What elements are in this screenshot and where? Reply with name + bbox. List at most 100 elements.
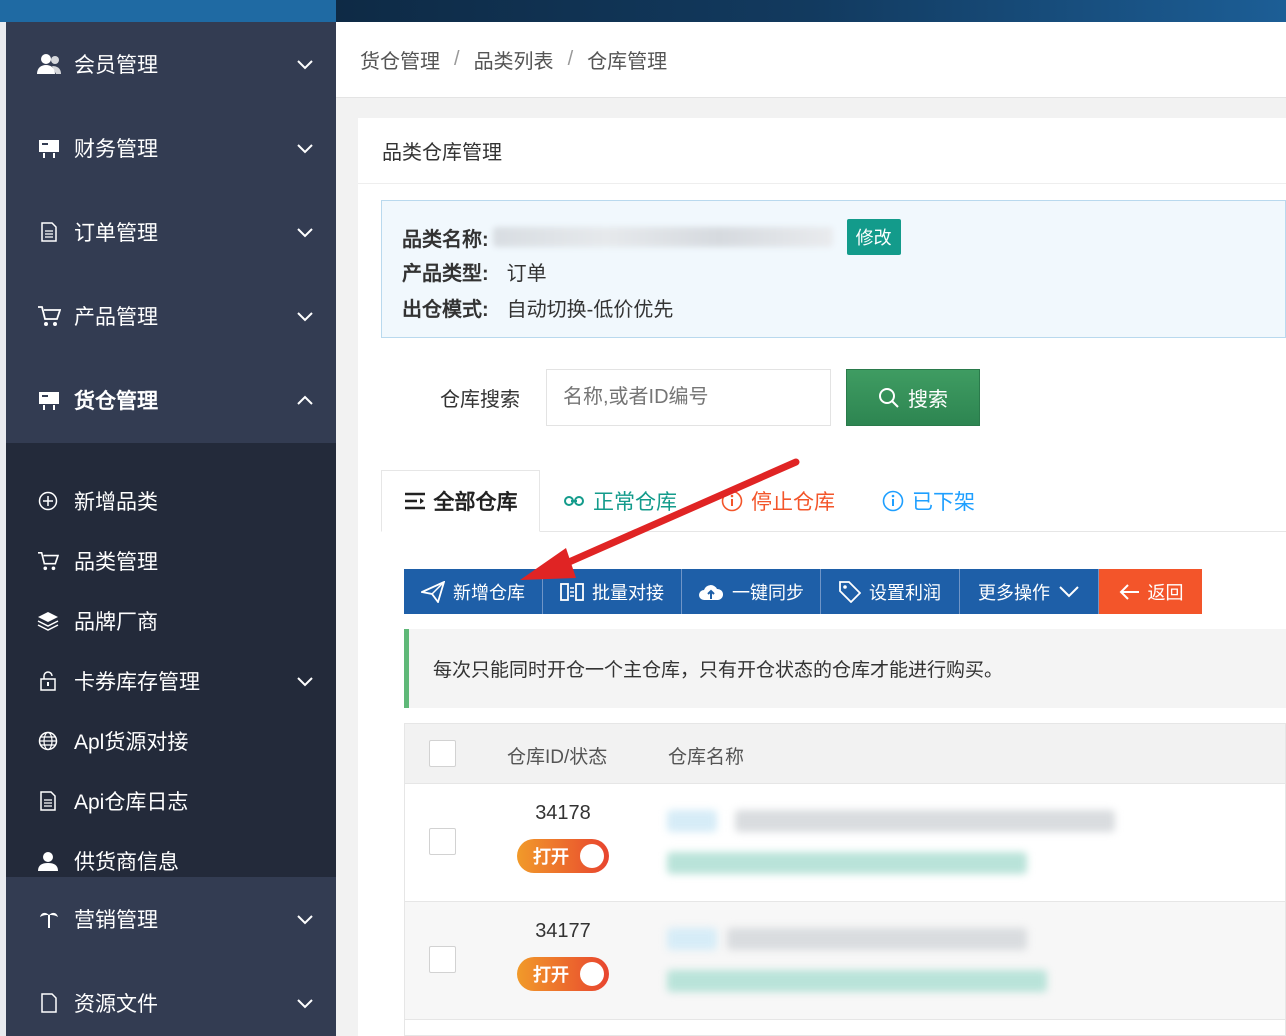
users-icon [36,51,62,77]
sidebar-item-label: 订单管理 [74,222,158,245]
toolbar-label: 返回 [1147,582,1184,603]
more-actions-button[interactable]: 更多操作 [960,569,1099,614]
sidebar-item-label: 新增品类 [74,491,158,514]
chevron-down-icon [297,915,313,925]
breadcrumb-item[interactable]: 品类列表 [474,45,554,74]
status-toggle-label: 打开 [533,965,569,985]
sidebar-item-label: Apl货源对接 [74,731,189,754]
chevron-down-icon [297,999,313,1009]
tab-all[interactable]: 全部仓库 [381,470,540,532]
link-icon [564,496,584,506]
row-checkbox[interactable] [429,828,456,855]
tag-icon [839,580,861,603]
chevron-down-icon [297,228,313,238]
notice-banner: 每次只能同时开仓一个主仓库，只有开仓状态的仓库才能进行购买。 [404,629,1286,708]
tab-normal[interactable]: 正常仓库 [563,470,677,532]
sidebar-item-label: 货仓管理 [74,390,158,413]
sidebar-item-orders[interactable]: 订单管理 [6,190,336,274]
toolbar-label: 更多操作 [978,582,1050,603]
sync-button[interactable]: 一键同步 [682,569,821,614]
palm-icon [36,906,62,932]
tab-label: 停止仓库 [751,491,835,514]
search-input[interactable] [546,369,831,426]
row-checkbox[interactable] [429,946,456,973]
sidebar-item-label: 卡券库存管理 [74,671,200,694]
cart-icon [36,303,62,329]
chevron-down-icon [297,677,313,687]
breadcrumb-current: 仓库管理 [587,51,668,73]
status-toggle-label: 打开 [533,847,569,867]
sidebar-item-category-manage[interactable]: 品类管理 [6,531,336,591]
sidebar-item-brands[interactable]: 品牌厂商 [6,591,336,651]
cart-icon [36,549,60,573]
warehouse-id: 34178 [535,802,591,824]
sidebar-item-warehouse[interactable]: 货仓管理 [6,358,336,442]
sidebar-item-label: 供货商信息 [74,851,179,874]
table-row [404,1020,1286,1036]
toolbar-label: 设置利润 [869,582,941,603]
sidebar-item-label: 产品管理 [74,306,158,329]
category-info-panel: 品类名称: 修改 产品类型: 订单 出仓模式: 自动切换-低价优先 [381,200,1286,338]
table-row[interactable]: 34177 打开 [404,902,1286,1020]
chevron-down-icon [297,60,313,70]
sidebar-submenu: 新增品类 品类管理 品牌厂商 卡券库存管理 Apl货源对接 Api仓库日志 供货… [6,443,336,877]
status-toggle[interactable]: 打开 [517,957,609,991]
edit-button[interactable]: 修改 [846,219,901,255]
search-button[interactable]: 搜索 [846,369,980,426]
tab-label: 已下架 [912,491,975,514]
chevron-down-icon [297,144,313,154]
sidebar-item-marketing[interactable]: 营销管理 [6,877,336,961]
breadcrumb-item[interactable]: 货仓管理 [360,45,440,74]
sidebar-item-label: 品类管理 [74,551,158,574]
top-nav-bar [336,0,1286,22]
toggle-knob [580,962,604,986]
info-value: 自动切换-低价优先 [506,299,674,321]
tab-delisted[interactable]: 已下架 [882,470,975,532]
batch-connect-button[interactable]: 批量对接 [543,569,682,614]
column-header-name: 仓库名称 [668,747,745,768]
toolbar-label: 新增仓库 [453,582,525,603]
arrow-left-icon [1119,583,1139,600]
sidebar-item-products[interactable]: 产品管理 [6,274,336,358]
finance-icon [36,135,62,161]
warehouse-icon [36,387,62,413]
file-icon [36,990,62,1016]
select-all-checkbox[interactable] [429,740,456,767]
chevron-down-icon [297,312,313,322]
back-button[interactable]: 返回 [1099,569,1202,614]
main-card: 品类仓库管理 品类名称: 修改 产品类型: 订单 出仓模式: 自动切换-低价优先… [358,118,1286,1036]
toolbar-label: 一键同步 [732,582,804,603]
chevron-up-icon [297,395,313,405]
tab-stopped[interactable]: 停止仓库 [721,470,835,532]
sidebar-item-label: 营销管理 [74,909,158,932]
warehouse-id: 34177 [535,920,591,942]
sidebar-item-api-log[interactable]: Api仓库日志 [6,771,336,831]
info-value: 订单 [506,263,547,285]
action-toolbar: 新增仓库 批量对接 一键同步 设置利润 更多操作 返回 [404,569,1202,614]
add-warehouse-button[interactable]: 新增仓库 [404,569,543,614]
set-profit-button[interactable]: 设置利润 [821,569,960,614]
chevron-down-icon [1059,585,1079,597]
status-toggle[interactable]: 打开 [517,839,609,873]
document-icon [36,789,60,813]
list-icon [404,492,425,510]
table-header: 仓库ID/状态 仓库名称 [404,723,1286,784]
sidebar-item-label: 资源文件 [74,993,158,1016]
breadcrumb-separator: / [454,48,460,70]
sidebar-item-new-category[interactable]: 新增品类 [6,471,336,531]
send-icon [421,580,445,603]
toolbar-label: 批量对接 [592,582,664,603]
sidebar-item-api-source[interactable]: Apl货源对接 [6,711,336,771]
toggle-knob [580,844,604,868]
sidebar-item-card-stock[interactable]: 卡券库存管理 [6,651,336,711]
info-row-type: 产品类型: 订单 [402,257,547,286]
table-row[interactable]: 34178 打开 [404,784,1286,902]
info-key: 产品类型: [402,263,489,285]
info-row-name: 品类名称: 修改 [402,219,901,255]
user-icon [36,849,60,873]
sidebar-item-finance[interactable]: 财务管理 [6,106,336,190]
sidebar-item-members[interactable]: 会员管理 [6,22,336,106]
sidebar-item-resources[interactable]: 资源文件 [6,961,336,1036]
layers-icon [36,609,60,633]
redacted-category-name [492,227,833,247]
